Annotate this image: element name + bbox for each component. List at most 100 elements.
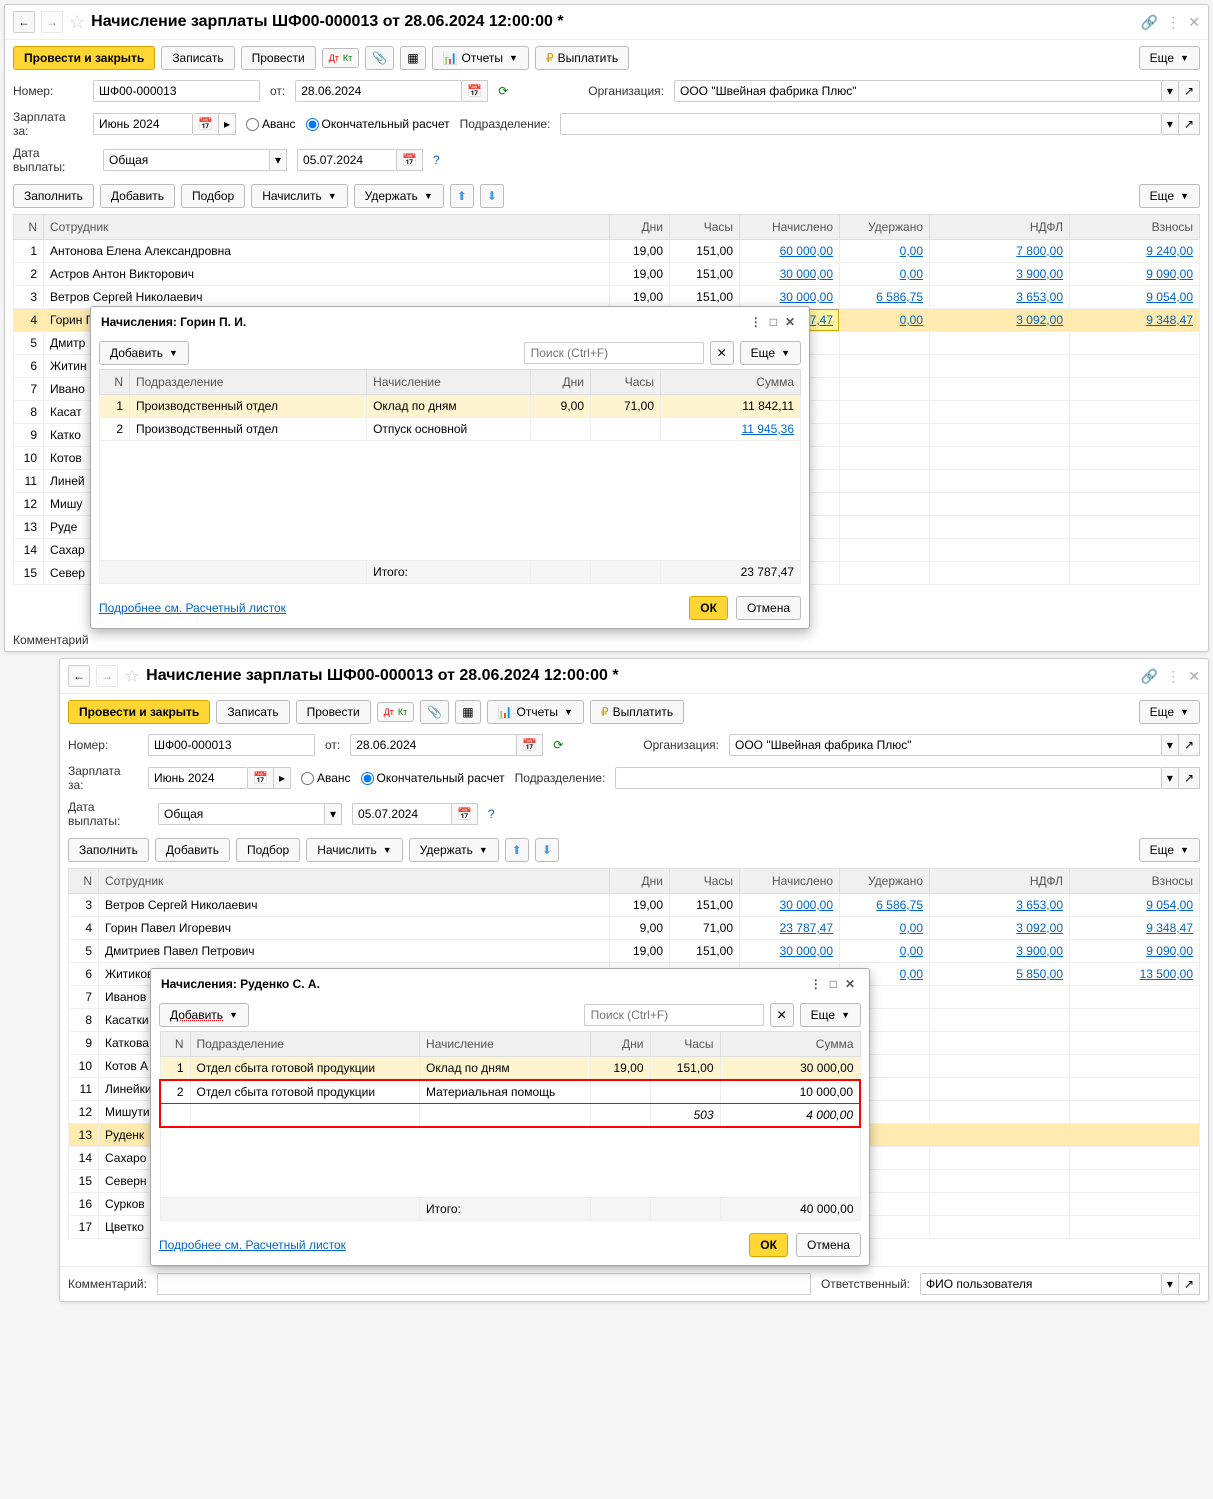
detail-link[interactable]: Подробнее см. Расчетный листок	[99, 601, 286, 615]
col-days[interactable]: Дни	[610, 215, 670, 240]
pick-button[interactable]: Подбор	[236, 838, 300, 862]
advance-radio[interactable]: Аванс	[246, 117, 296, 131]
attach-icon[interactable]: 📎	[420, 700, 449, 724]
refresh-icon[interactable]: ⟳	[498, 84, 508, 98]
kebab-icon[interactable]: ⋮	[746, 315, 766, 329]
structure-icon[interactable]: ▦	[455, 700, 480, 724]
table-row[interactable]: 2Астров Антон Викторович19,00151,0030 00…	[14, 263, 1200, 286]
close-icon[interactable]: ✕	[1188, 14, 1200, 31]
add-button[interactable]: Добавить	[100, 184, 175, 208]
search-input[interactable]	[524, 342, 704, 364]
responsible-input[interactable]	[920, 1273, 1162, 1295]
table-row[interactable]: 2Производственный отделОтпуск основной11…	[100, 418, 801, 441]
dropdown-icon[interactable]: ▾	[1162, 80, 1179, 102]
table-row[interactable]: 2Отдел сбыта готовой продукцииМатериальн…	[160, 1080, 860, 1104]
cancel-button[interactable]: Отмена	[736, 596, 801, 620]
write-button[interactable]: Записать	[216, 700, 289, 724]
clear-search-icon[interactable]: ✕	[710, 341, 734, 365]
number-input[interactable]	[93, 80, 260, 102]
move-down-icon[interactable]: ⬇	[480, 184, 504, 208]
more-button[interactable]: Еще ▼	[800, 1003, 861, 1027]
final-radio[interactable]: Окончательный расчет	[361, 771, 505, 785]
deduct-button[interactable]: Удержать ▼	[409, 838, 499, 862]
attach-icon[interactable]: 📎	[365, 46, 394, 70]
more-button[interactable]: Еще ▼	[1139, 700, 1200, 724]
col-emp[interactable]: Сотрудник	[44, 215, 610, 240]
detail-link[interactable]: Подробнее см. Расчетный листок	[159, 1238, 346, 1252]
calendar-icon[interactable]: 📅	[462, 80, 488, 102]
back-button[interactable]: ←	[68, 665, 90, 687]
maximize-icon[interactable]: □	[766, 315, 781, 329]
search-input[interactable]	[584, 1004, 764, 1026]
close-icon[interactable]: ✕	[781, 315, 799, 329]
post-and-close-button[interactable]: Провести и закрыть	[68, 700, 210, 724]
add-button[interactable]: Добавить	[155, 838, 230, 862]
pay-type-input[interactable]	[103, 149, 270, 171]
move-down-icon[interactable]: ⬇	[535, 838, 559, 862]
pay-type-input[interactable]	[158, 803, 325, 825]
move-up-icon[interactable]: ⬆	[450, 184, 474, 208]
post-and-close-button[interactable]: Провести и закрыть	[13, 46, 155, 70]
pay-button[interactable]: ₽ Выплатить	[590, 700, 684, 724]
table-row[interactable]: 4Горин Павел Игоревич9,0071,0023 787,470…	[69, 917, 1200, 940]
table-row[interactable]: 1Антонова Елена Александровна19,00151,00…	[14, 240, 1200, 263]
calendar-icon[interactable]: 📅	[397, 149, 423, 171]
star-icon[interactable]: ☆	[124, 666, 140, 687]
pay-date-input[interactable]	[352, 803, 452, 825]
org-input[interactable]	[674, 80, 1162, 102]
org-input[interactable]	[729, 734, 1162, 756]
col-n[interactable]: N	[14, 215, 44, 240]
col-contrib[interactable]: Взносы	[1070, 215, 1200, 240]
post-button[interactable]: Провести	[241, 46, 316, 70]
write-button[interactable]: Записать	[161, 46, 234, 70]
number-input[interactable]	[148, 734, 315, 756]
dept-input[interactable]	[560, 113, 1161, 135]
kebab-icon[interactable]: ⋮	[806, 977, 826, 991]
table-row[interactable]: 5Дмитриев Павел Петрович19,00151,0030 00…	[69, 940, 1200, 963]
help-icon[interactable]: ?	[488, 807, 495, 821]
reports-button[interactable]: 📊 Отчеты ▼	[432, 46, 529, 70]
dropdown-icon[interactable]: ▾	[1162, 113, 1179, 135]
col-accrued[interactable]: Начислено	[740, 215, 840, 240]
accrue-button[interactable]: Начислить ▼	[306, 838, 402, 862]
dt-kt-icon[interactable]: ДтКт	[377, 702, 415, 722]
back-button[interactable]: ←	[13, 11, 35, 33]
ok-button[interactable]: ОК	[689, 596, 728, 620]
dept-input[interactable]	[615, 767, 1161, 789]
pay-date-input[interactable]	[297, 149, 397, 171]
calendar-icon[interactable]: 📅	[517, 734, 543, 756]
help-icon[interactable]: ?	[433, 153, 440, 167]
table-row[interactable]: 5034 000,00	[160, 1104, 860, 1128]
post-button[interactable]: Провести	[296, 700, 371, 724]
table-row[interactable]: 1Производственный отделОклад по дням9,00…	[100, 395, 801, 418]
clear-search-icon[interactable]: ✕	[770, 1003, 794, 1027]
kebab-icon[interactable]: ⋮	[1166, 668, 1180, 685]
cancel-button[interactable]: Отмена	[796, 1233, 861, 1257]
table-row[interactable]: 1Отдел сбыта готовой продукцииОклад по д…	[160, 1057, 860, 1081]
calendar-icon[interactable]: 📅	[193, 113, 219, 135]
dropdown-icon[interactable]: ▾	[270, 149, 287, 171]
link-icon[interactable]: 🔗	[1141, 668, 1158, 685]
more-button[interactable]: Еще ▼	[1139, 46, 1200, 70]
maximize-icon[interactable]: □	[826, 977, 841, 991]
date-input[interactable]	[295, 80, 462, 102]
link-icon[interactable]: 🔗	[1141, 14, 1158, 31]
reports-button[interactable]: 📊 Отчеты ▼	[487, 700, 584, 724]
close-icon[interactable]: ✕	[841, 977, 859, 991]
open-icon[interactable]: ↗	[1179, 113, 1200, 135]
forward-button[interactable]: →	[96, 665, 118, 687]
col-hours[interactable]: Часы	[670, 215, 740, 240]
fill-button[interactable]: Заполнить	[68, 838, 149, 862]
add-button[interactable]: Добавить ▼	[99, 341, 189, 365]
table-row[interactable]: 3Ветров Сергей Николаевич19,00151,0030 0…	[69, 894, 1200, 917]
col-deducted[interactable]: Удержано	[840, 215, 930, 240]
more-button[interactable]: Еще ▼	[740, 341, 801, 365]
refresh-icon[interactable]: ⟳	[553, 738, 563, 752]
fill-button[interactable]: Заполнить	[13, 184, 94, 208]
month-nav-icon[interactable]: ▸	[219, 113, 236, 135]
add-button[interactable]: Добавить ▼	[159, 1003, 249, 1027]
forward-button[interactable]: →	[41, 11, 63, 33]
close-icon[interactable]: ✕	[1188, 668, 1200, 685]
month-input[interactable]	[148, 767, 248, 789]
star-icon[interactable]: ☆	[69, 12, 85, 33]
